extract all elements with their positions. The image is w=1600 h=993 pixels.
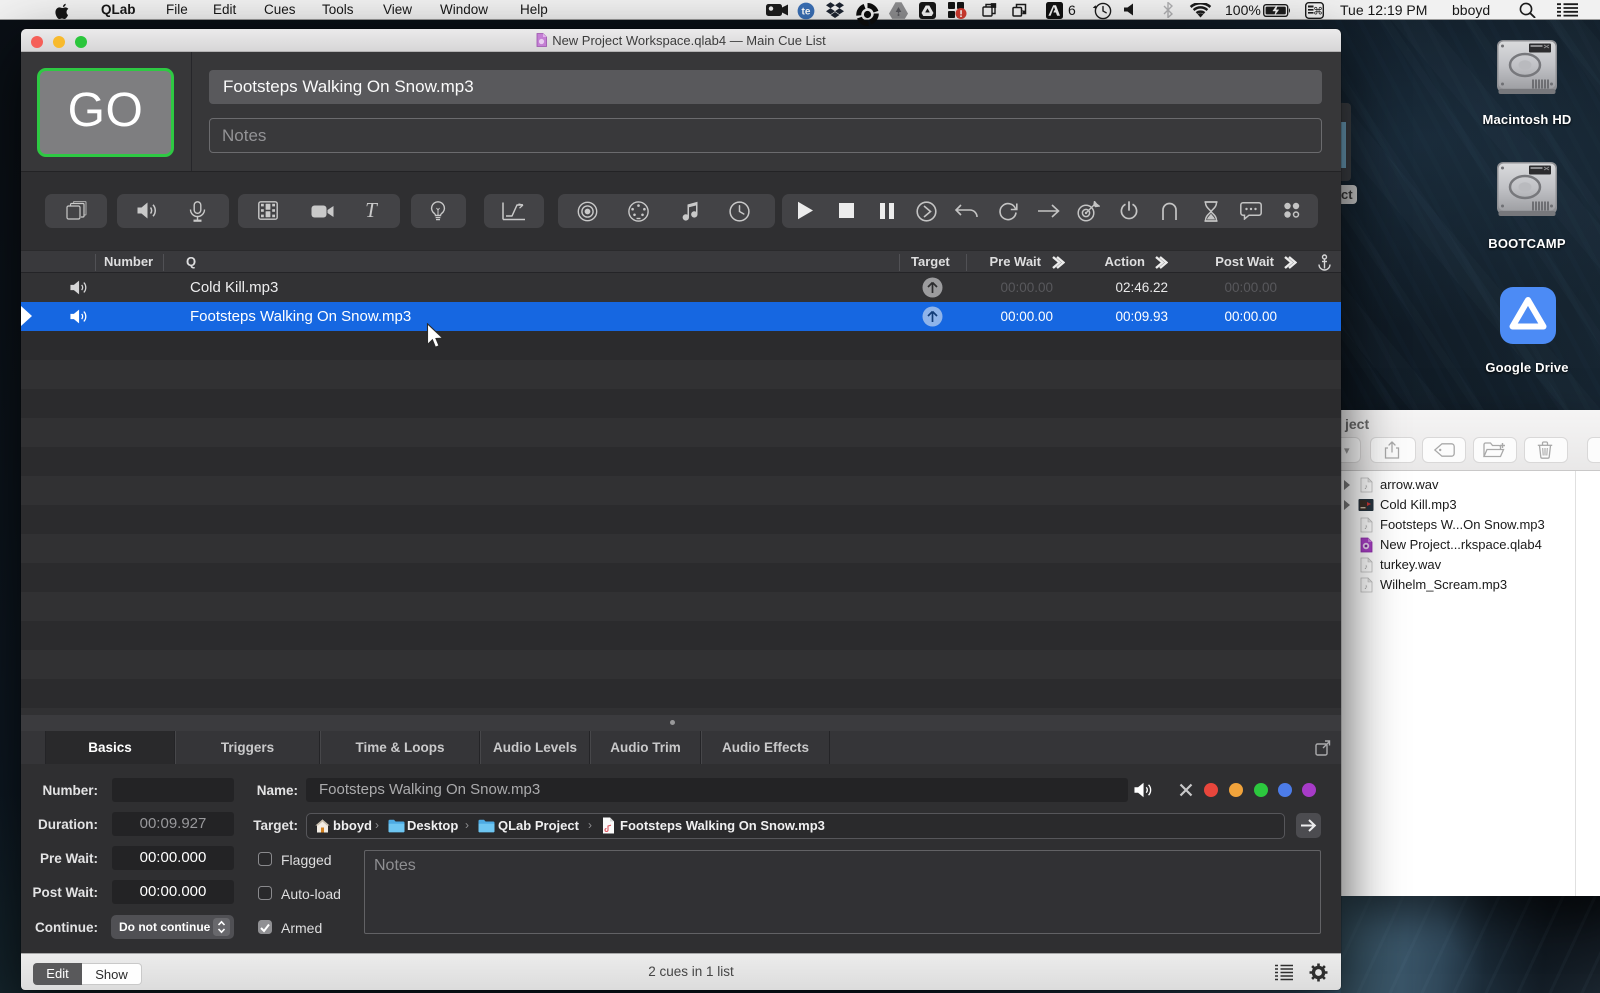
svg-text:♪: ♪: [1364, 582, 1368, 591]
svg-text:♪: ♪: [1364, 522, 1368, 531]
svg-text:⌘: ⌘: [1313, 7, 1323, 18]
svg-text:♪: ♪: [1364, 562, 1368, 571]
svg-text:T: T: [365, 201, 378, 220]
svg-text:te: te: [802, 7, 811, 18]
svg-text:♪: ♪: [1364, 482, 1368, 491]
